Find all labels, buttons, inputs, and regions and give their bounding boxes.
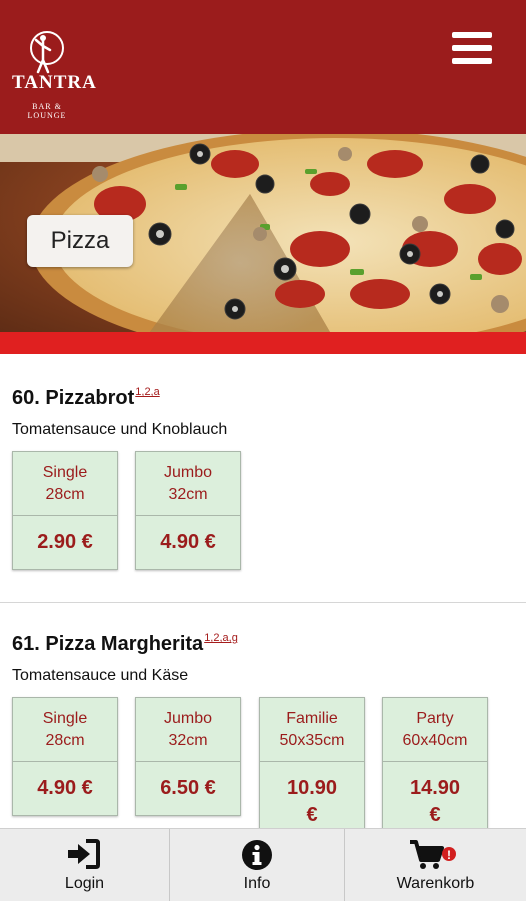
size-dimension: 32cm — [168, 732, 208, 749]
app-header: TANTRA BAR & LOUNGE — [0, 0, 526, 134]
item-description: Tomatensauce und Käse — [12, 667, 189, 684]
item-description: Tomatensauce und Knoblauch — [12, 421, 228, 438]
logo-emblem-icon — [30, 31, 64, 74]
price-option-single[interactable]: Single 28cm 4.90 € — [12, 697, 118, 816]
bottom-navigation: Login Info ! Warenkorb — [0, 828, 526, 901]
allergen-link[interactable]: 1,2,a — [135, 386, 159, 398]
item-title: 61. Pizza Margherita1,2,a,g — [12, 632, 238, 656]
hamburger-menu-button[interactable] — [452, 30, 494, 66]
item-name: 60. Pizzabrot — [12, 387, 135, 409]
price-value: 10.90 € — [286, 777, 338, 826]
nav-cart-button[interactable]: ! Warenkorb — [345, 829, 526, 901]
nav-login-label: Login — [64, 875, 105, 892]
item-divider — [0, 602, 526, 603]
hamburger-menu-icon — [452, 32, 492, 38]
price-option-jumbo[interactable]: Jumbo 32cm 4.90 € — [135, 451, 241, 570]
price-value: 4.90 € — [37, 777, 93, 799]
item-title: 60. Pizzabrot1,2,a — [12, 386, 160, 410]
price-value: 14.90 € — [409, 777, 461, 826]
size-dimension: 60x40cm — [402, 732, 468, 749]
size-dimension: 28cm — [45, 486, 85, 503]
price-size: Jumbo 32cm — [136, 452, 240, 516]
price-option-jumbo[interactable]: Jumbo 32cm 6.50 € — [135, 697, 241, 816]
nav-info-button[interactable]: Info — [170, 829, 344, 901]
size-label: Single — [42, 464, 88, 481]
size-label: Jumbo — [163, 710, 213, 727]
allergen-link[interactable]: 1,2,a,g — [204, 632, 238, 644]
price-size: Jumbo 32cm — [136, 698, 240, 762]
login-icon — [68, 839, 100, 869]
logo-subtitle: BAR & LOUNGE — [27, 102, 67, 120]
category-label: Pizza — [27, 215, 133, 267]
size-label: Single — [42, 710, 88, 727]
price-option-single[interactable]: Single 28cm 2.90 € — [12, 451, 118, 570]
size-label: Party — [416, 710, 454, 727]
price-value: 2.90 € — [37, 531, 93, 553]
size-dimension: 28cm — [45, 732, 85, 749]
nav-login-button[interactable]: Login — [0, 829, 169, 901]
item-name: 61. Pizza Margherita — [12, 633, 204, 655]
nav-cart-label: Warenkorb — [396, 875, 475, 892]
logo-title: TANTRA — [12, 72, 97, 93]
info-icon — [242, 840, 272, 870]
price-value: 4.90 € — [160, 531, 216, 553]
price-size: Party 60x40cm — [383, 698, 487, 762]
price-size: Single 28cm — [13, 452, 117, 516]
category-accent-bar — [0, 332, 526, 354]
price-value: 6.50 € — [160, 777, 216, 799]
size-label: Familie — [286, 710, 338, 727]
size-dimension: 50x35cm — [279, 732, 345, 749]
cart-badge: ! — [447, 848, 451, 862]
nav-info-label: Info — [243, 875, 271, 892]
price-option-familie[interactable]: Familie 50x35cm 10.90 € — [259, 697, 365, 839]
size-dimension: 32cm — [168, 486, 208, 503]
price-option-party[interactable]: Party 60x40cm 14.90 € — [382, 697, 488, 839]
price-size: Single 28cm — [13, 698, 117, 762]
tantra-logo[interactable]: TANTRA BAR & LOUNGE — [12, 28, 97, 120]
shopping-cart-icon: ! — [410, 840, 456, 869]
size-label: Jumbo — [163, 464, 213, 481]
price-size: Familie 50x35cm — [260, 698, 364, 762]
